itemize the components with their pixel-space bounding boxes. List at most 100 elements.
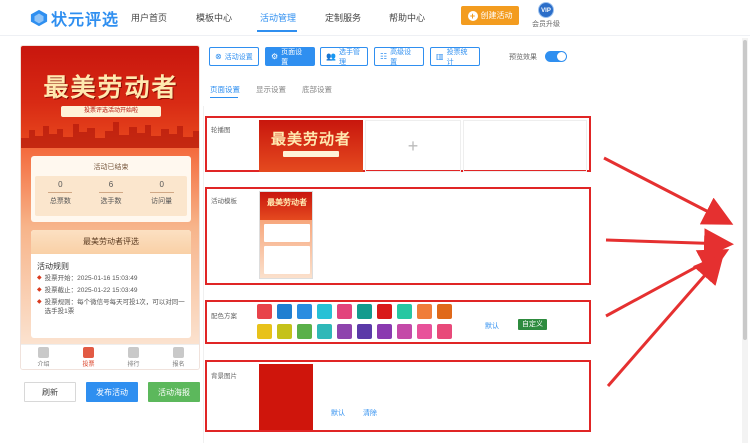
template-thumbnail[interactable]: 最美劳动者 bbox=[259, 191, 313, 279]
color-swatch[interactable] bbox=[357, 324, 372, 339]
color-swatch[interactable] bbox=[297, 304, 312, 319]
color-swatch[interactable] bbox=[377, 304, 392, 319]
create-activity-button[interactable]: + 创建活动 bbox=[461, 6, 519, 25]
color-swatch[interactable] bbox=[397, 304, 412, 319]
color-swatch[interactable] bbox=[257, 324, 272, 339]
nav-custom-service[interactable]: 定制服务 bbox=[325, 11, 361, 24]
nav-help[interactable]: 帮助中心 bbox=[389, 11, 425, 24]
background-clear-link[interactable]: 清除 bbox=[363, 408, 377, 418]
rule-item: ◆ 投票规则：每个微信号每天可投1次，可以对同一选手投1票 bbox=[37, 298, 187, 316]
home-icon bbox=[83, 347, 94, 358]
activity-poster-button[interactable]: 活动海报 bbox=[148, 382, 200, 402]
color-swatch[interactable] bbox=[317, 324, 332, 339]
color-custom-button[interactable]: 自定义 bbox=[518, 319, 547, 330]
toolbar-label: 选手管理 bbox=[338, 48, 360, 66]
vip-badge-icon: VIP bbox=[538, 2, 554, 18]
color-swatch[interactable] bbox=[257, 304, 272, 319]
color-scheme-label: 配色方案 bbox=[211, 313, 237, 320]
activity-settings-button[interactable]: ⊗ 活动设置 bbox=[209, 47, 259, 66]
arrow-to-carousel bbox=[603, 156, 734, 225]
background-image-label: 背景图片 bbox=[211, 373, 237, 380]
sliders-icon: ☷ bbox=[380, 52, 388, 61]
event-info-card: 最美劳动者评选 活动规则 ◆ 投票开始：2025-01-16 15:03:49 … bbox=[31, 230, 191, 338]
arrow-to-colors bbox=[605, 249, 730, 318]
toolbar-label: 页面设置 bbox=[281, 48, 303, 66]
preview-tab-bar: 介绍 投票 排行 报名 bbox=[21, 344, 199, 369]
rule-text: 投票截止：2025-01-22 15:03:49 bbox=[44, 287, 138, 294]
diamond-icon: ◆ bbox=[37, 275, 42, 281]
stat-visits: 0 访问量 bbox=[136, 176, 187, 216]
publish-activity-button[interactable]: 发布活动 bbox=[86, 382, 138, 402]
rule-text: 投票开始：2025-01-16 15:03:49 bbox=[44, 275, 138, 282]
color-swatch[interactable] bbox=[397, 324, 412, 339]
stat-label: 总票数 bbox=[49, 198, 71, 205]
carousel-image-title: 最美劳动者 bbox=[270, 130, 351, 148]
bar-chart-icon: ▥ bbox=[436, 52, 444, 61]
tab-label: 投票 bbox=[82, 362, 95, 368]
vip-upgrade[interactable]: VIP 会员升级 bbox=[531, 2, 561, 29]
background-default-link[interactable]: 默认 bbox=[331, 408, 345, 418]
toggle-knob bbox=[557, 52, 566, 61]
mobile-preview: 最美劳动者 投票评选活动开始啦 活动已结束 0 总票数 6 选手数 0 访问量 … bbox=[20, 45, 200, 370]
color-swatch[interactable] bbox=[437, 324, 452, 339]
background-image-section: 背景图片 默认 清除 bbox=[205, 360, 591, 432]
page-scrollbar[interactable] bbox=[742, 38, 748, 443]
template-label: 活动模板 bbox=[211, 198, 237, 205]
background-image-thumbnail[interactable] bbox=[259, 364, 313, 430]
brand-name: 状元评选 bbox=[51, 12, 120, 29]
stat-total-votes: 0 总票数 bbox=[35, 176, 86, 216]
logo[interactable]: 状元评选 bbox=[30, 6, 119, 30]
preview-effect-label: 预览效果 bbox=[509, 54, 537, 61]
carousel-image[interactable]: 最美劳动者 bbox=[259, 120, 363, 172]
rule-item: ◆ 投票截止：2025-01-22 15:03:49 bbox=[37, 286, 187, 295]
color-swatch[interactable] bbox=[277, 304, 292, 319]
tab-ranking[interactable]: 排行 bbox=[111, 345, 156, 369]
subtab-active-indicator bbox=[210, 97, 238, 98]
color-swatch[interactable] bbox=[317, 304, 332, 319]
refresh-button[interactable]: 刷新 bbox=[24, 382, 76, 402]
stat-label: 选手数 bbox=[100, 198, 122, 205]
contestant-manage-button[interactable]: 👥 选手管理 bbox=[320, 47, 368, 66]
page-settings-button[interactable]: ⚙ 页面设置 bbox=[265, 47, 315, 66]
color-swatch[interactable] bbox=[277, 324, 292, 339]
close-circle-icon: ⊗ bbox=[215, 52, 222, 61]
tab-vote[interactable]: 投票 bbox=[66, 345, 111, 369]
tab-signup[interactable]: 报名 bbox=[156, 345, 199, 369]
document-icon bbox=[38, 347, 49, 358]
color-swatch[interactable] bbox=[337, 304, 352, 319]
gear-icon: ⚙ bbox=[271, 52, 279, 61]
vote-stats-button[interactable]: ▥ 投票统计 bbox=[430, 47, 480, 66]
scrollbar-thumb[interactable] bbox=[743, 40, 747, 340]
nav-home[interactable]: 用户首页 bbox=[131, 11, 167, 24]
carousel-label: 轮播图 bbox=[211, 127, 231, 134]
logo-icon bbox=[30, 9, 48, 27]
color-swatch[interactable] bbox=[357, 304, 372, 319]
arrow-to-background bbox=[606, 253, 724, 387]
top-nav-bar: 状元评选 用户首页 模板中心 活动管理 定制服务 帮助中心 + 创建活动 VIP… bbox=[0, 0, 750, 36]
toolbar-label: 投票统计 bbox=[446, 48, 468, 66]
rule-text: 投票规则：每个微信号每天可投1次，可以对同一选手投1票 bbox=[44, 299, 185, 315]
color-swatch[interactable] bbox=[377, 324, 392, 339]
users-icon: 👥 bbox=[326, 52, 336, 61]
subtab-display-settings[interactable]: 显示设置 bbox=[256, 84, 286, 95]
color-swatch[interactable] bbox=[417, 304, 432, 319]
template-banner-title: 最美劳动者 bbox=[267, 197, 307, 207]
add-carousel-image-button[interactable]: + bbox=[365, 120, 461, 172]
color-swatch[interactable] bbox=[437, 304, 452, 319]
tab-intro[interactable]: 介绍 bbox=[21, 345, 66, 369]
advanced-settings-button[interactable]: ☷ 高级设置 bbox=[374, 47, 424, 66]
color-swatch[interactable] bbox=[417, 324, 432, 339]
event-title: 最美劳动者评选 bbox=[31, 230, 191, 254]
nav-activity-manage[interactable]: 活动管理 bbox=[260, 11, 296, 24]
color-default-link[interactable]: 默认 bbox=[485, 321, 499, 331]
preview-toggle[interactable] bbox=[545, 51, 567, 62]
tab-label: 报名 bbox=[172, 362, 185, 368]
stat-value: 6 bbox=[108, 180, 114, 189]
preview-banner: 最美劳动者 投票评选活动开始啦 bbox=[21, 46, 199, 148]
nav-templates[interactable]: 模板中心 bbox=[196, 11, 232, 24]
color-swatch[interactable] bbox=[337, 324, 352, 339]
stat-label: 访问量 bbox=[151, 198, 173, 205]
subtab-footer-settings[interactable]: 底部设置 bbox=[302, 84, 332, 95]
color-swatch[interactable] bbox=[297, 324, 312, 339]
subtab-page-settings[interactable]: 页面设置 bbox=[210, 84, 240, 95]
